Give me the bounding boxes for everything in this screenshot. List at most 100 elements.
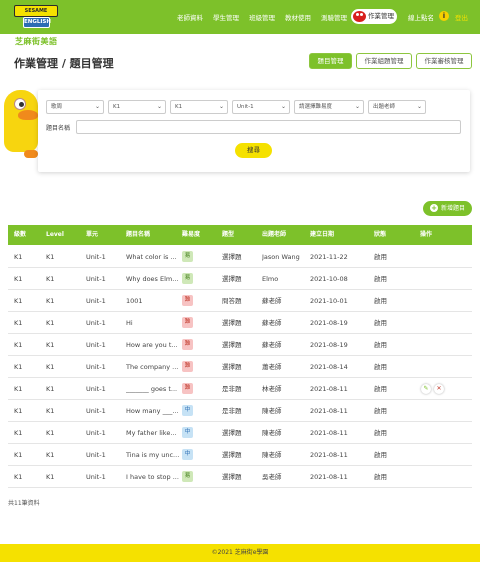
chevron-down-icon: ⌄ [94,103,100,110]
cell-date: 2021-08-19 [310,319,348,327]
cell-name: How many ___... [126,407,179,415]
col-question-name: 題目名稱 [126,231,151,238]
select-difficulty-value: 請選擇難易度 [299,104,333,110]
table-row[interactable]: K1 K1 Unit-1 How many ___... 是非題 陳老師 2021-08-1… [8,400,472,422]
table-row[interactable]: K1 K1 Unit-1 My father like... 選擇題 陳老師 2021-08… [8,422,472,444]
tab-homework-assembly[interactable]: 作業組題管理 [356,53,412,69]
nav-class-management[interactable]: 班級管理 [249,12,275,22]
logout-link[interactable]: 登出 [455,12,468,22]
cell-status: 啟用 [374,385,387,393]
cell-date: 2021-11-22 [310,253,348,261]
cell-teacher: 吳老師 [262,473,282,481]
cell-date: 2021-10-01 [310,297,348,305]
cell-teacher: 蕭老師 [262,363,282,371]
search-button[interactable]: 搜尋 [235,143,272,158]
cell-type: 選擇題 [222,275,242,283]
cell-date: 2021-08-11 [310,451,348,459]
cell-teacher: 陳老師 [262,451,282,459]
cell-status: 啟用 [374,429,387,437]
cell-status: 啟用 [374,253,387,261]
cell-grade: K1 [14,407,23,415]
difficulty-badge: 中 [182,405,193,416]
cell-name: My father like... [126,429,177,437]
cell-level: K1 [46,429,55,437]
page-title: 作業管理 / 題目管理 [14,57,114,70]
select-course[interactable]: 歌周 ⌄ [46,100,104,114]
tab-homework-review[interactable]: 作業審核管理 [416,53,472,69]
select-level[interactable]: K1 ⌄ [170,100,228,114]
select-unit[interactable]: Unit-1 ⌄ [232,100,290,114]
cell-name: Tina is my unc... [126,451,180,459]
cell-type: 選擇題 [222,319,242,327]
cell-type: 選擇題 [222,451,242,459]
cell-type: 選擇題 [222,429,242,437]
cell-status: 啟用 [374,451,387,459]
difficulty-badge: 難 [182,295,193,306]
edit-icon[interactable]: ✎ [421,384,431,394]
cell-date: 2021-08-14 [310,363,348,371]
cell-name: How are you t... [126,341,178,349]
cell-unit: Unit-1 [86,429,106,437]
chevron-down-icon: ⌄ [354,103,360,110]
table-row[interactable]: K1 K1 Unit-1 The company ... 選擇題 蕭老師 2021-08-1… [8,356,472,378]
table-row[interactable]: K1 K1 Unit-1 _______ goes t... 是非題 林老師 2021-08… [8,378,472,400]
cell-type: 選擇題 [222,363,242,371]
table-row[interactable]: K1 K1 Unit-1 1001 問答題 蘇老師 2021-10-01 啟用 難 [8,290,472,312]
cell-teacher: Elmo [262,275,279,283]
cell-unit: Unit-1 [86,297,106,305]
cell-grade: K1 [14,451,23,459]
info-icon[interactable]: i [439,11,449,21]
nav-homework-management[interactable]: 作業管理 [351,9,397,24]
top-header: SESAME STREET ENGLISH 老師資料 學生管理 班級管理 教材使… [0,0,480,34]
cell-grade: K1 [14,297,23,305]
col-teacher: 出題老師 [262,231,287,238]
col-grade: 級數 [14,231,27,238]
select-teacher-value: 出題老師 [373,104,396,110]
difficulty-badge: 易 [182,273,193,284]
table-row[interactable]: K1 K1 Unit-1 Tina is my unc... 選擇題 陳老師 2021-08… [8,444,472,466]
nav-material-usage[interactable]: 教材使用 [285,12,311,22]
cell-grade: K1 [14,253,23,261]
cell-name: _______ goes t... [126,385,178,393]
cell-type: 是非題 [222,407,242,415]
cell-teacher: Jason Wang [262,253,300,261]
select-teacher[interactable]: 出題老師 ⌄ [368,100,426,114]
cell-level: K1 [46,253,55,261]
cell-unit: Unit-1 [86,473,106,481]
difficulty-badge: 難 [182,361,193,372]
table-row[interactable]: K1 K1 Unit-1 What color is ... 選擇題 Jason Wang… [8,246,472,268]
nav-student-management[interactable]: 學生管理 [213,12,239,22]
plus-icon: + [430,204,438,212]
difficulty-badge: 易 [182,471,193,482]
difficulty-badge: 難 [182,383,193,394]
cell-grade: K1 [14,275,23,283]
cell-unit: Unit-1 [86,407,106,415]
delete-icon[interactable]: ✕ [434,384,444,394]
cell-grade: K1 [14,363,23,371]
tab-question-management[interactable]: 題目管理 [309,53,352,69]
cell-grade: K1 [14,341,23,349]
col-date: 建立日期 [310,231,335,238]
cell-grade: K1 [14,385,23,393]
col-level: Level [46,231,64,238]
cell-name: What color is ... [126,253,177,261]
table-row[interactable]: K1 K1 Unit-1 Hi 選擇題 蘇老師 2021-08-19 啟用 難 [8,312,472,334]
table-row[interactable]: K1 K1 Unit-1 How are you t... 選擇題 蘇老師 2021-08-… [8,334,472,356]
col-status: 狀態 [374,231,387,238]
nav-test-management[interactable]: 測驗管理 [321,12,347,22]
add-question-button[interactable]: + 新增題目 [423,201,472,216]
select-difficulty[interactable]: 請選擇難易度 ⌄ [294,100,364,114]
logo-subtitle: 芝麻街美語 [15,37,58,46]
cell-name: Hi [126,319,133,327]
question-name-input[interactable] [76,120,461,134]
select-grade-value: K1 [113,104,121,110]
table-row[interactable]: K1 K1 Unit-1 I have to stop ... 選擇題 吳老師 2021-0… [8,466,472,488]
cell-name: 1001 [126,297,143,305]
online-roll-call-link[interactable]: 線上點名 [408,12,434,22]
cell-name: Why does Elm... [126,275,179,283]
nav-teacher-info[interactable]: 老師資料 [177,12,203,22]
difficulty-badge: 中 [182,449,193,460]
sesame-street-logo[interactable]: SESAME STREET ENGLISH [14,5,60,35]
select-grade[interactable]: K1 ⌄ [108,100,166,114]
table-row[interactable]: K1 K1 Unit-1 Why does Elm... 選擇題 Elmo 2021-10-… [8,268,472,290]
